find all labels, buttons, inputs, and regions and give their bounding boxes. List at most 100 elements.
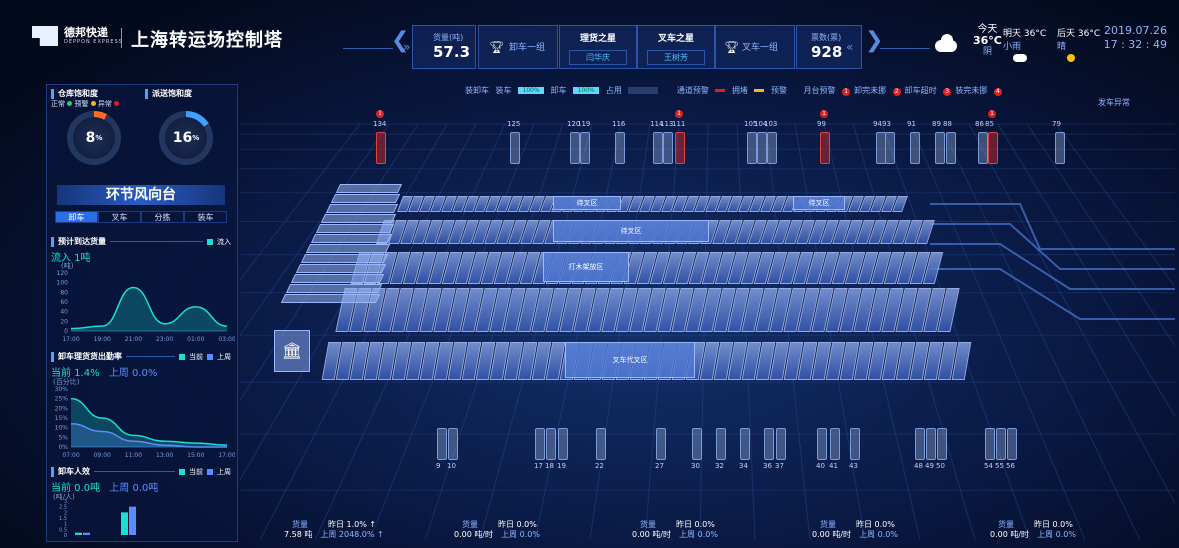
- footer-stat: 货量 昨日 0.0% 0.00 吨/时 上周 0.0%: [632, 520, 718, 540]
- dock-door[interactable]: [978, 132, 988, 164]
- dock-door[interactable]: [910, 132, 920, 164]
- stacked-pallet[interactable]: [330, 194, 401, 203]
- fork-group-box[interactable]: 🏆︎ 叉车一组: [715, 25, 795, 69]
- dock-door[interactable]: [692, 428, 702, 460]
- stacked-pallet[interactable]: [300, 254, 389, 263]
- dock-door[interactable]: [675, 132, 685, 164]
- dock-door[interactable]: [663, 132, 673, 164]
- dock-door[interactable]: [510, 132, 520, 164]
- dock-door[interactable]: [996, 428, 1006, 460]
- dock-door[interactable]: [885, 132, 895, 164]
- dock-door[interactable]: [1055, 132, 1065, 164]
- stacked-pallet[interactable]: [320, 214, 397, 223]
- brand-logo-icon: [32, 26, 58, 46]
- zone-pending-2[interactable]: 待叉区: [793, 196, 845, 210]
- stacked-pallet[interactable]: [295, 264, 387, 273]
- dock-door[interactable]: [747, 132, 757, 164]
- dock-door[interactable]: [716, 428, 726, 460]
- dock-door[interactable]: [570, 132, 580, 164]
- page-title: 上海转运场控制塔: [131, 30, 283, 51]
- bar-上周: [83, 532, 90, 535]
- chart3-title: 卸车人效: [58, 467, 90, 476]
- section-marker: [51, 236, 54, 247]
- stacked-pallet[interactable]: [315, 224, 395, 233]
- star-tally[interactable]: 理货之星 闫华庆: [559, 25, 637, 69]
- dock-door[interactable]: [985, 428, 995, 460]
- stacked-pallet[interactable]: [310, 234, 393, 243]
- stacked-pallet[interactable]: [305, 244, 391, 253]
- dock-door[interactable]: [850, 428, 860, 460]
- stacked-pallet[interactable]: [290, 274, 385, 283]
- dock-door[interactable]: [656, 428, 666, 460]
- dock-door[interactable]: [535, 428, 545, 460]
- section-line: [94, 471, 175, 472]
- dock-door[interactable]: [817, 428, 827, 460]
- tab-forklift[interactable]: 叉车: [98, 211, 141, 223]
- dock-door[interactable]: [448, 428, 458, 460]
- stacked-pallet[interactable]: [335, 184, 403, 193]
- dock-door[interactable]: [764, 428, 774, 460]
- stacked-pallet[interactable]: [325, 204, 399, 213]
- chart3-legend-a: 当前: [189, 467, 203, 476]
- y-tick-label: 100: [57, 280, 69, 287]
- dock-door[interactable]: [830, 428, 840, 460]
- dock-door[interactable]: [740, 428, 750, 460]
- y-tick-label: 1: [64, 522, 67, 528]
- stacked-pallet[interactable]: [280, 294, 381, 303]
- today-temp: 36°C: [973, 34, 1002, 47]
- dock-door[interactable]: [767, 132, 777, 164]
- weather-today: 今天 36°C 阴: [973, 24, 1002, 58]
- dock-door[interactable]: [937, 428, 947, 460]
- dock-door[interactable]: [988, 132, 998, 164]
- stage-tabs: 卸车 叉车 分拣 装车: [55, 211, 227, 223]
- zone-forklift-proxy[interactable]: 叉车代叉区: [565, 342, 695, 378]
- dock-door[interactable]: [935, 132, 945, 164]
- dock-door[interactable]: [776, 428, 786, 460]
- dock-door[interactable]: [820, 132, 830, 164]
- section-marker: [51, 351, 54, 362]
- star-forklift[interactable]: 叉车之星 王树芳: [637, 25, 715, 69]
- star-forklift-name: 王树芳: [647, 50, 705, 65]
- dock-door-label: 111: [672, 120, 686, 128]
- dock-door[interactable]: [558, 428, 568, 460]
- grid-line: [910, 123, 1086, 540]
- building-icon[interactable]: 🏛︎: [274, 330, 310, 372]
- dock-door[interactable]: [915, 428, 925, 460]
- dock-door-label: 79: [1052, 120, 1061, 128]
- dock-door[interactable]: [580, 132, 590, 164]
- dock-door[interactable]: [596, 428, 606, 460]
- zone-wood-frame[interactable]: 打木架放区: [543, 252, 629, 282]
- x-tick-label: 13:00: [156, 452, 173, 459]
- dock-door[interactable]: [1007, 428, 1017, 460]
- after-desc: 晴: [1057, 42, 1067, 52]
- chart1-title: 预计到达货量: [58, 237, 106, 246]
- dock-door-label: 125: [507, 120, 521, 128]
- chart1-legend: 流入: [217, 237, 231, 246]
- dock-door[interactable]: [926, 428, 936, 460]
- y-tick-label: 10%: [55, 425, 69, 432]
- footer-stat-yesterday: 昨日 0.0%: [1034, 520, 1073, 529]
- zone-pending-3[interactable]: 待叉区: [553, 220, 709, 242]
- tab-unload[interactable]: 卸车: [55, 211, 98, 223]
- unload-group-box[interactable]: 🏆︎ 卸车一组: [478, 25, 558, 69]
- tab-sorting[interactable]: 分拣: [141, 211, 184, 223]
- warehouse-gauge: 8%: [67, 111, 121, 165]
- y-tick-label: 1.5: [59, 516, 67, 522]
- dock-door[interactable]: [653, 132, 663, 164]
- goods-value: 57.3: [433, 43, 471, 61]
- dock-door[interactable]: [546, 428, 556, 460]
- dock-door[interactable]: [376, 132, 386, 164]
- dock-door[interactable]: [946, 132, 956, 164]
- dock-door[interactable]: [615, 132, 625, 164]
- delivery-gauge: 16%: [159, 111, 213, 165]
- stacked-pallet[interactable]: [285, 284, 383, 293]
- tab-loading[interactable]: 装车: [184, 211, 227, 223]
- dock-door[interactable]: [757, 132, 767, 164]
- dock-door[interactable]: [437, 428, 447, 460]
- grid-line: [1055, 123, 1175, 288]
- dock-door-label: 89: [932, 120, 941, 128]
- y-tick-label: 0.5: [59, 527, 67, 533]
- y-tick-label: 0: [64, 328, 68, 335]
- zone-pending-1[interactable]: 待叉区: [553, 196, 621, 210]
- y-tick-label: 5%: [58, 434, 68, 441]
